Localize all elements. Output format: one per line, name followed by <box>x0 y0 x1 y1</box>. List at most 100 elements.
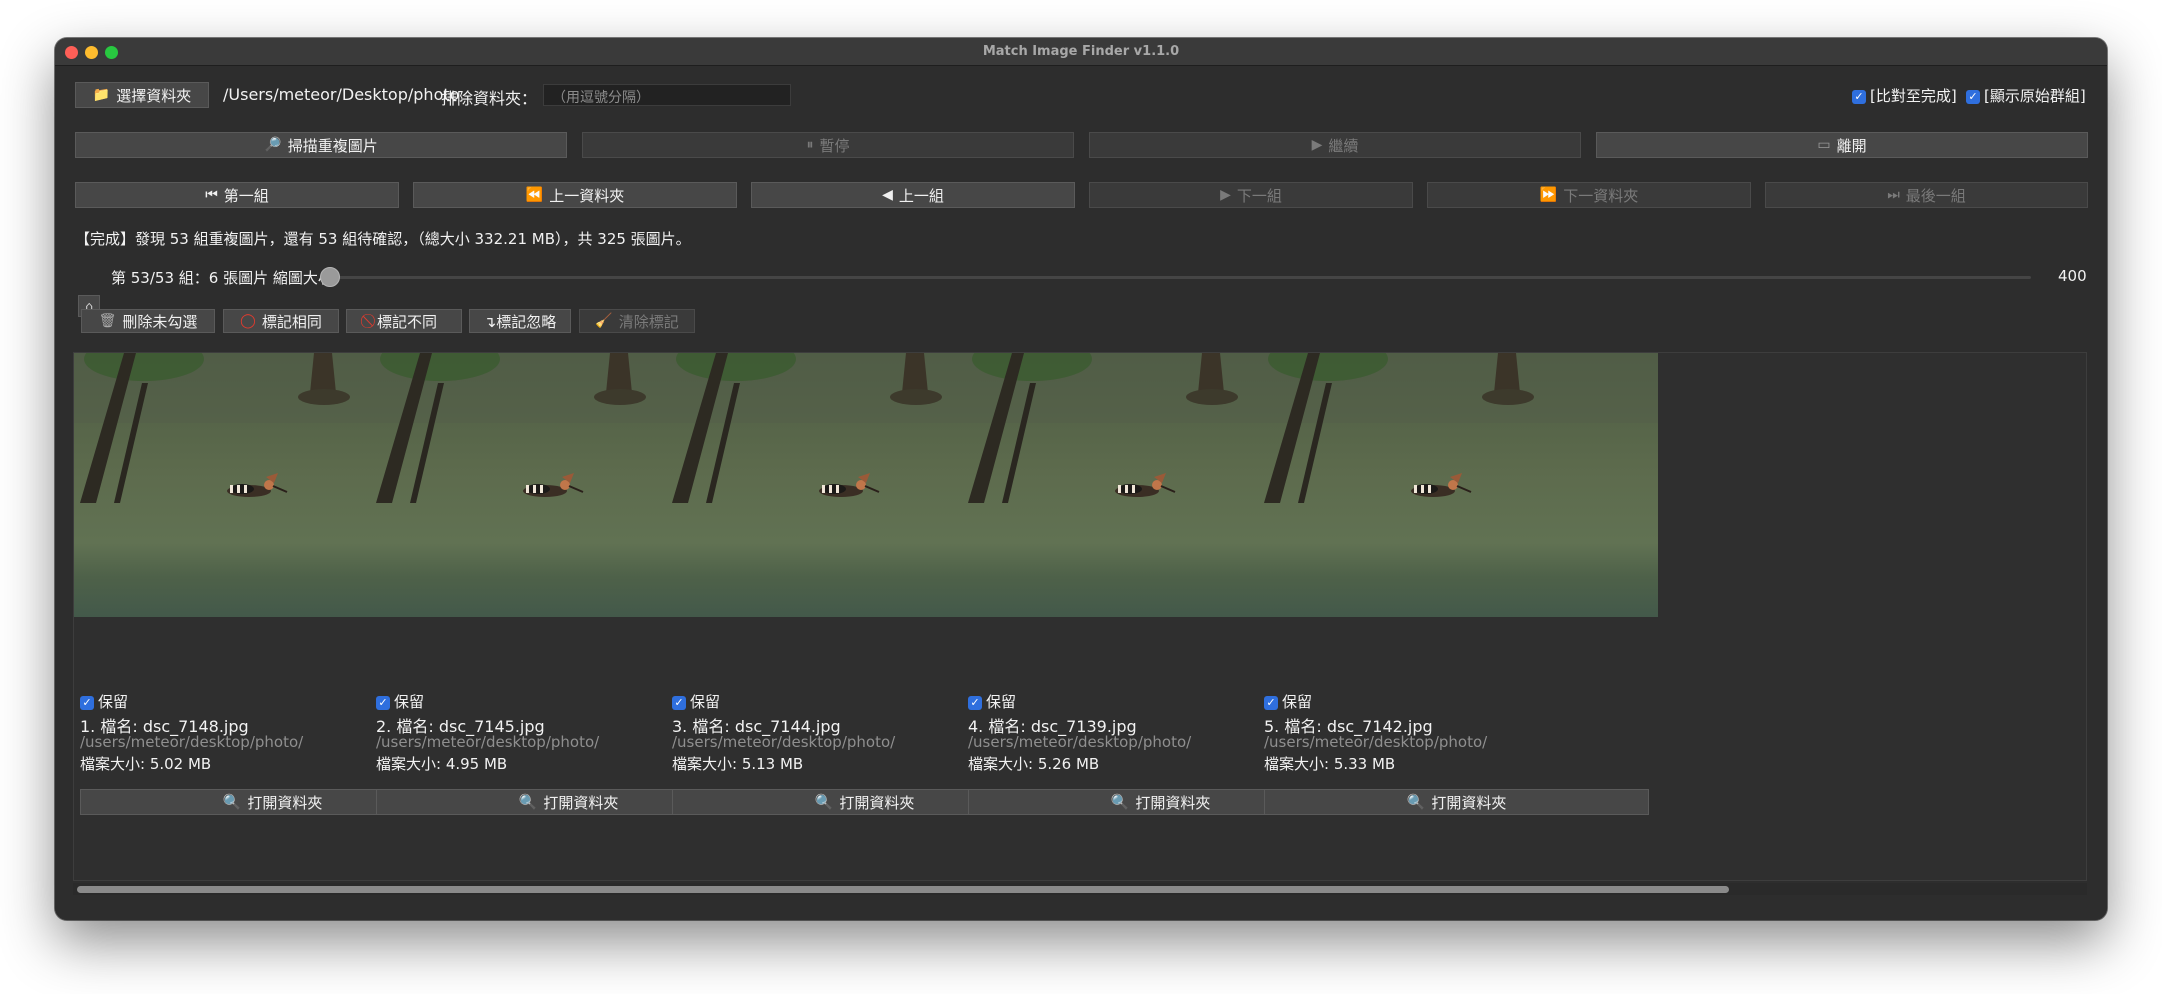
prev-group-label: 上一組 <box>898 186 944 205</box>
file-size: 檔案大小: 5.02 MB <box>80 755 212 773</box>
keep-option[interactable]: ✓ 保留 <box>80 691 128 712</box>
last-group-button[interactable]: ⏭ 最後一組 <box>1765 182 2088 208</box>
file-path: /users/meteor/desktop/photo/ <box>672 733 896 751</box>
mark-same-button[interactable]: ◯ 標記相同 <box>223 309 339 333</box>
delete-unchecked-label: 刪除未勾選 <box>122 312 198 331</box>
next-folder-label: 下一資料夾 <box>1563 186 1639 205</box>
magnifier-icon: 🔍 <box>814 793 834 811</box>
rewind-icon: ⏪ <box>525 187 544 203</box>
keep-label: 保留 <box>98 693 129 711</box>
open-folder-label: 打開資料夾 <box>543 793 619 812</box>
status-text: 【完成】發現 53 組重複圖片，還有 53 組待確認，（總大小 332.21 M… <box>75 230 691 248</box>
folder-icon: 📁 <box>92 87 111 103</box>
mark-different-label: 標記不同 <box>376 312 437 331</box>
file-path: /users/meteor/desktop/photo/ <box>1264 733 1488 751</box>
keep-option[interactable]: ✓ 保留 <box>376 691 424 712</box>
image-card: ✓ 保留 5. 檔名: dsc_7142.jpg /users/meteor/de… <box>1258 353 1658 853</box>
keep-label: 保留 <box>1282 693 1313 711</box>
trash-icon: 🗑 <box>98 313 117 329</box>
pause-label: 暫停 <box>819 136 850 155</box>
exclude-folder-label: 排除資料夾： <box>441 89 538 108</box>
exit-button[interactable]: ▭ 離開 <box>1596 132 2088 158</box>
show-original-group-label: [顯示原始群組] <box>1984 87 2086 105</box>
show-original-group-checkbox[interactable]: ✓ <box>1966 89 1980 104</box>
keep-label: 保留 <box>690 693 721 711</box>
choose-folder-button[interactable]: 📁 選擇資料夾 <box>75 82 209 108</box>
magnifier-icon: 🔎 <box>264 137 282 153</box>
continue-button[interactable]: ▶ 繼續 <box>1089 132 1581 158</box>
file-path: /users/meteor/desktop/photo/ <box>80 733 304 751</box>
fast-forward-icon: ⏩ <box>1539 187 1558 203</box>
open-folder-button[interactable]: 🔍 打開資料夾 <box>1264 789 1649 815</box>
skip-first-icon: ⏮ <box>205 187 218 203</box>
title-bar: Match Image Finder v1.1.0 <box>55 38 2107 66</box>
triangle-right-icon: ▶ <box>1220 187 1231 203</box>
scan-button[interactable]: 🔎 掃描重複圖片 <box>75 132 567 158</box>
image-grid: ✓ 保留 1. 檔名: dsc_7148.jpg /users/meteor/de… <box>73 352 2087 881</box>
mark-different-button[interactable]: ⃠ 標記不同 <box>346 309 462 333</box>
file-size: 檔案大小: 5.26 MB <box>968 755 1100 773</box>
image-thumbnail[interactable] <box>1258 353 1658 617</box>
thumb-size-value: 400 <box>2058 267 2087 285</box>
broom-icon: 🧹 <box>595 313 613 329</box>
open-folder-label: 打開資料夾 <box>247 793 323 812</box>
open-folder-label: 打開資料夾 <box>1135 793 1211 812</box>
file-path: /users/meteor/desktop/photo/ <box>376 733 600 751</box>
first-group-button[interactable]: ⏮ 第一組 <box>75 182 399 208</box>
mark-same-label: 標記相同 <box>261 312 322 331</box>
app-window: Match Image Finder v1.1.0 📁 選擇資料夾 /Users… <box>55 38 2107 920</box>
show-original-group-option[interactable]: ✓ [顯示原始群組] <box>1966 85 2086 106</box>
last-group-label: 最後一組 <box>1905 186 1966 205</box>
next-group-label: 下一組 <box>1236 186 1282 205</box>
file-path: /users/meteor/desktop/photo/ <box>968 733 1192 751</box>
open-folder-label: 打開資料夾 <box>1431 793 1507 812</box>
continue-label: 繼續 <box>1328 136 1359 155</box>
exit-label: 離開 <box>1836 136 1867 155</box>
thumb-size-slider-knob[interactable] <box>320 267 340 287</box>
clear-marks-label: 清除標記 <box>618 312 679 331</box>
compare-to-end-label: [比對至完成] <box>1870 87 1957 105</box>
magnifier-icon: 🔍 <box>1406 793 1426 811</box>
keep-option[interactable]: ✓ 保留 <box>1264 691 1312 712</box>
keep-option[interactable]: ✓ 保留 <box>968 691 1016 712</box>
prev-folder-button[interactable]: ⏪ 上一資料夾 <box>413 182 737 208</box>
open-folder-label: 打開資料夾 <box>839 793 915 812</box>
delete-unchecked-button[interactable]: 🗑 刪除未勾選 <box>81 309 215 333</box>
choose-folder-label: 選擇資料夾 <box>116 86 192 105</box>
thumb-size-slider-track[interactable] <box>328 276 2031 279</box>
mark-ignore-label: ↴標記忽略 <box>483 312 557 331</box>
next-group-button[interactable]: ▶ 下一組 <box>1089 182 1413 208</box>
keep-label: 保留 <box>394 693 425 711</box>
compare-to-end-checkbox[interactable]: ✓ <box>1852 89 1866 104</box>
window-title: Match Image Finder v1.1.0 <box>982 44 1180 59</box>
horizontal-scrollbar[interactable] <box>73 883 2087 895</box>
door-icon: ▭ <box>1817 137 1831 153</box>
next-folder-button[interactable]: ⏩ 下一資料夾 <box>1427 182 1751 208</box>
prev-group-button[interactable]: ◀ 上一組 <box>751 182 1075 208</box>
keep-label: 保留 <box>986 693 1017 711</box>
keep-checkbox[interactable]: ✓ <box>376 695 390 710</box>
compare-to-end-option[interactable]: ✓ [比對至完成] <box>1852 85 1957 106</box>
group-info: 第 53/53 組：6 張圖片 縮圖大小 <box>111 269 333 287</box>
skip-last-icon: ⏭ <box>1887 187 1900 203</box>
pause-icon: ⏸ <box>806 137 814 153</box>
triangle-left-icon: ◀ <box>882 187 893 203</box>
keep-checkbox[interactable]: ✓ <box>672 695 686 710</box>
horizontal-scrollbar-thumb[interactable] <box>77 886 1729 893</box>
exclude-folder-input[interactable]: （用逗號分隔） <box>543 84 791 106</box>
scan-label: 掃描重複圖片 <box>287 136 378 155</box>
play-icon: ▶ <box>1311 137 1323 153</box>
keep-checkbox[interactable]: ✓ <box>968 695 982 710</box>
keep-option[interactable]: ✓ 保留 <box>672 691 720 712</box>
keep-checkbox[interactable]: ✓ <box>1264 695 1278 710</box>
pause-button[interactable]: ⏸ 暫停 <box>582 132 1074 158</box>
keep-checkbox[interactable]: ✓ <box>80 695 94 710</box>
magnifier-icon: 🔍 <box>518 793 538 811</box>
magnifier-icon: 🔍 <box>1110 793 1130 811</box>
main-content: 📁 選擇資料夾 /Users/meteor/Desktop/photo 排除資料… <box>55 66 2107 920</box>
file-size: 檔案大小: 5.13 MB <box>672 755 804 773</box>
red-circle-icon: ◯ <box>240 313 256 329</box>
folder-path: /Users/meteor/Desktop/photo <box>223 85 460 104</box>
clear-marks-button[interactable]: 🧹 清除標記 <box>579 309 695 333</box>
mark-ignore-button[interactable]: ↴標記忽略 <box>469 309 571 333</box>
